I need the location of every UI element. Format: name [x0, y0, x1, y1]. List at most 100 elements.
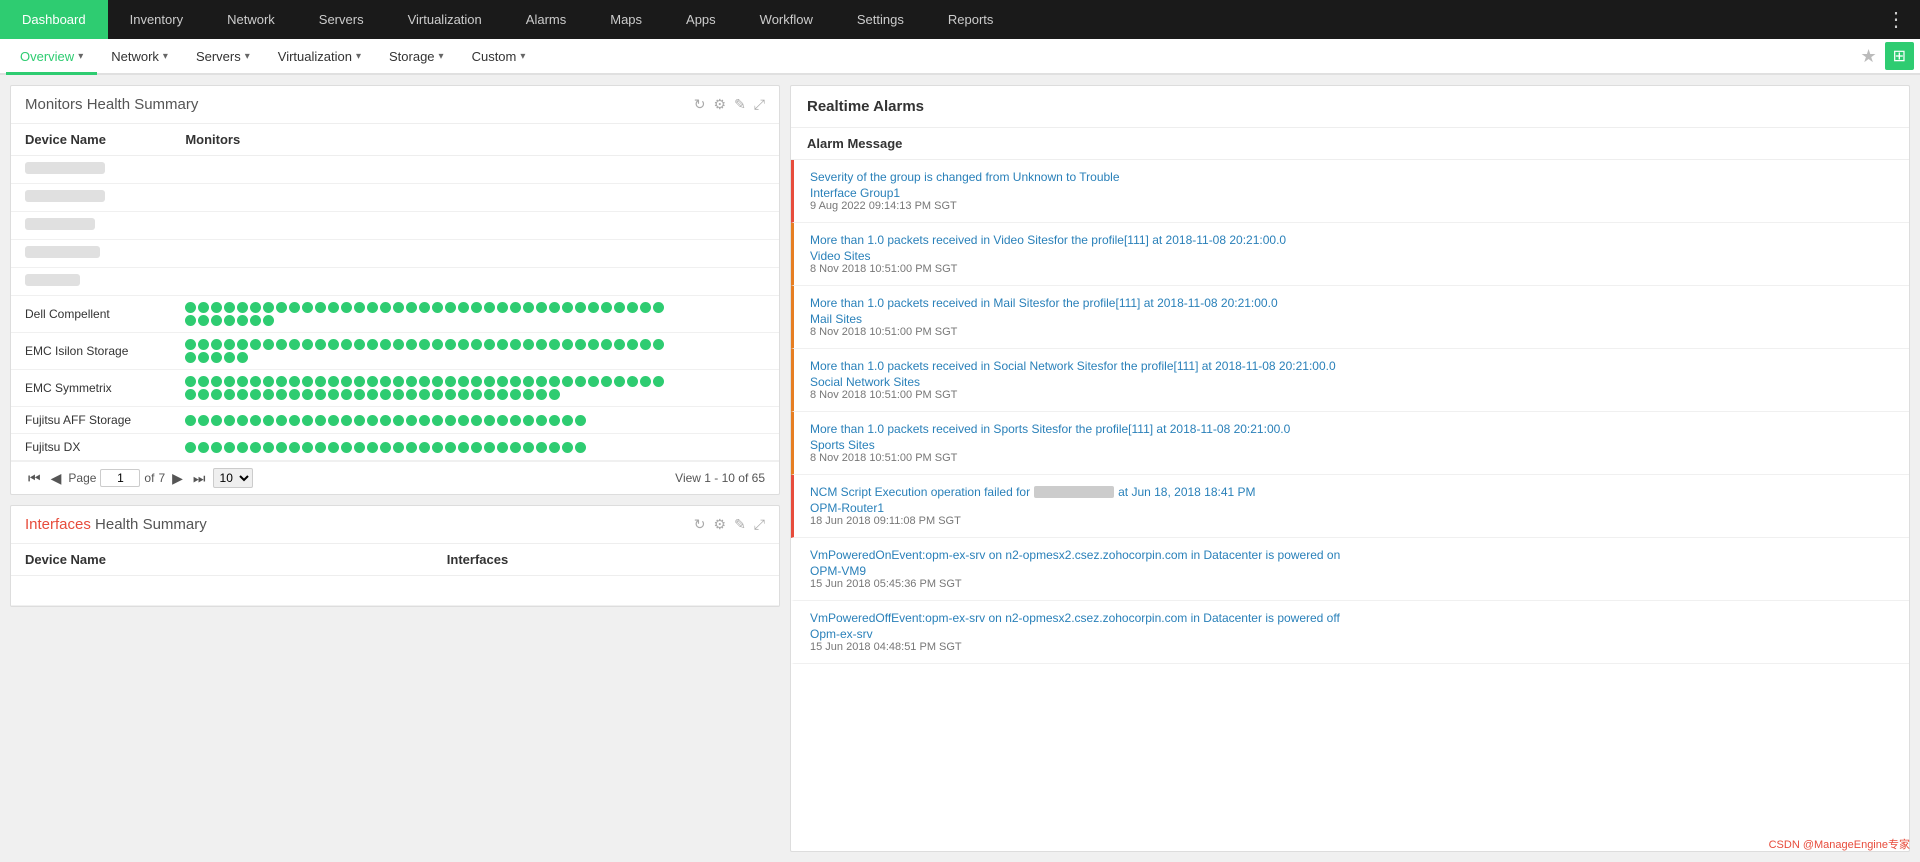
status-dot: [185, 442, 196, 453]
nav-apps[interactable]: Apps: [664, 0, 738, 39]
page-label: Page: [68, 471, 96, 485]
per-page-select[interactable]: 10 25 50: [213, 468, 253, 488]
nav-dashboard[interactable]: Dashboard: [0, 0, 108, 39]
interfaces-health-title: Interfaces Health Summary: [25, 516, 694, 533]
alarm-message-text[interactable]: Severity of the group is changed from Un…: [810, 170, 1893, 184]
status-dot: [367, 389, 378, 400]
status-dot: [640, 376, 651, 387]
tab-virtualization[interactable]: Virtualization ▾: [264, 41, 375, 75]
alarm-source[interactable]: OPM-Router1: [810, 501, 1893, 515]
alarm-message-text[interactable]: More than 1.0 packets received in Video …: [810, 233, 1893, 247]
device-name-cell: Fujitsu AFF Storage: [11, 407, 171, 434]
status-dot: [302, 376, 313, 387]
status-dot: [497, 415, 508, 426]
status-dot: [484, 302, 495, 313]
status-dot: [263, 415, 274, 426]
status-dot: [237, 302, 248, 313]
status-dot: [614, 302, 625, 313]
overview-chevron-icon: ▾: [78, 51, 83, 62]
status-dot: [471, 415, 482, 426]
status-dot: [445, 302, 456, 313]
edit-icon[interactable]: ✎: [734, 96, 746, 113]
status-dot: [510, 442, 521, 453]
status-dot: [289, 339, 300, 350]
alarm-message-text[interactable]: More than 1.0 packets received in Mail S…: [810, 296, 1893, 310]
tab-network[interactable]: Network ▾: [97, 41, 182, 75]
nav-reports[interactable]: Reports: [926, 0, 1016, 39]
tab-servers[interactable]: Servers ▾: [182, 41, 264, 75]
left-panel: Monitors Health Summary ↻ ⚙ ✎ ⤢ Device N…: [10, 85, 780, 852]
table-row: [11, 268, 779, 296]
alarm-message-text[interactable]: VmPoweredOnEvent:opm-ex-srv on n2-opmesx…: [810, 548, 1893, 562]
status-dot: [315, 415, 326, 426]
status-dot: [354, 376, 365, 387]
status-dot: [523, 339, 534, 350]
interfaces-expand-icon[interactable]: ⤢: [754, 516, 765, 533]
status-dot: [588, 302, 599, 313]
interfaces-refresh-icon[interactable]: ↻: [694, 516, 706, 533]
table-row: Fujitsu AFF Storage: [11, 407, 779, 434]
page-number-input[interactable]: [100, 469, 140, 487]
status-dot: [211, 339, 222, 350]
alarm-source[interactable]: Interface Group1: [810, 186, 1893, 200]
alarm-source[interactable]: Social Network Sites: [810, 375, 1893, 389]
tab-custom[interactable]: Custom ▾: [458, 41, 540, 75]
nav-alarms[interactable]: Alarms: [504, 0, 588, 39]
status-dot: [211, 442, 222, 453]
status-dot: [198, 415, 209, 426]
alarm-message-text[interactable]: More than 1.0 packets received in Sports…: [810, 422, 1893, 436]
alarm-source[interactable]: Mail Sites: [810, 312, 1893, 326]
settings-icon[interactable]: ⚙: [714, 96, 727, 113]
status-dot: [263, 389, 274, 400]
status-dot: [198, 302, 209, 313]
interfaces-edit-icon[interactable]: ✎: [734, 516, 746, 533]
status-dot: [406, 442, 417, 453]
status-dot: [315, 339, 326, 350]
status-dot: [315, 442, 326, 453]
status-dot: [653, 302, 664, 313]
prev-page-button[interactable]: ◀: [48, 469, 65, 488]
status-dot: [237, 315, 248, 326]
first-page-button[interactable]: ⏮: [25, 469, 44, 488]
nav-virtualization[interactable]: Virtualization: [386, 0, 504, 39]
nav-inventory[interactable]: Inventory: [108, 0, 205, 39]
alarm-message-text[interactable]: VmPoweredOffEvent:opm-ex-srv on n2-opmes…: [810, 611, 1893, 625]
status-dot: [237, 376, 248, 387]
alarm-message-text[interactable]: NCM Script Execution operation failed fo…: [810, 485, 1893, 499]
alarm-item: More than 1.0 packets received in Social…: [791, 349, 1909, 412]
nav-network[interactable]: Network: [205, 0, 297, 39]
nav-workflow[interactable]: Workflow: [738, 0, 835, 39]
status-dot: [237, 339, 248, 350]
tab-overview[interactable]: Overview ▾: [6, 41, 97, 75]
col-interface-device: Device Name: [11, 544, 433, 576]
favorite-star-icon[interactable]: ★: [1852, 46, 1884, 67]
status-dot: [263, 442, 274, 453]
status-dot: [484, 442, 495, 453]
status-dot: [432, 442, 443, 453]
more-options-button[interactable]: ⋮: [1872, 7, 1920, 32]
refresh-icon[interactable]: ↻: [694, 96, 706, 113]
status-dot: [458, 339, 469, 350]
network-chevron-icon: ▾: [163, 51, 168, 62]
last-page-button[interactable]: ⏭: [190, 469, 209, 488]
alarm-source[interactable]: OPM-VM9: [810, 564, 1893, 578]
next-page-button[interactable]: ▶: [169, 469, 186, 488]
status-dot: [250, 315, 261, 326]
status-dot: [601, 302, 612, 313]
nav-maps[interactable]: Maps: [588, 0, 664, 39]
status-dot: [510, 389, 521, 400]
alarm-message-text[interactable]: More than 1.0 packets received in Social…: [810, 359, 1893, 373]
alarm-source[interactable]: Opm-ex-srv: [810, 627, 1893, 641]
nav-servers[interactable]: Servers: [297, 0, 386, 39]
status-dot: [432, 376, 443, 387]
nav-settings[interactable]: Settings: [835, 0, 926, 39]
monitors-dots: [185, 415, 665, 426]
interfaces-settings-icon[interactable]: ⚙: [714, 516, 727, 533]
status-dot: [445, 339, 456, 350]
alarm-source[interactable]: Sports Sites: [810, 438, 1893, 452]
expand-icon[interactable]: ⤢: [754, 96, 765, 113]
grid-menu-button[interactable]: ⊞: [1885, 42, 1914, 70]
status-dot: [315, 302, 326, 313]
tab-storage[interactable]: Storage ▾: [375, 41, 458, 75]
alarm-source[interactable]: Video Sites: [810, 249, 1893, 263]
